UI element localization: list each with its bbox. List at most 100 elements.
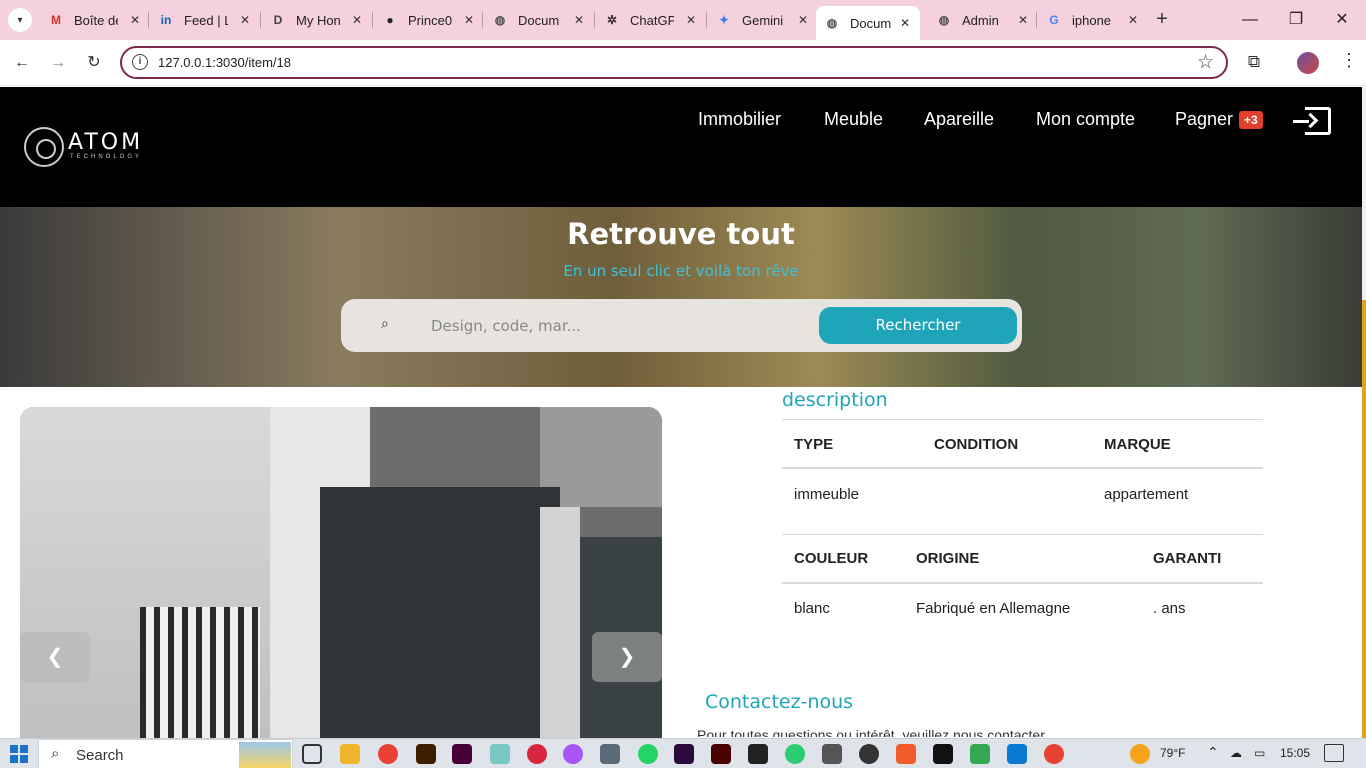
browser-tab[interactable]: ✦ Gemini ✕: [708, 6, 818, 34]
browser-tab-label: Admin: [962, 12, 999, 28]
minimize-window-button[interactable]: —: [1238, 8, 1262, 32]
document-icon: D: [273, 13, 283, 27]
illustrator-icon[interactable]: [416, 744, 436, 764]
table-header-cell: ORIGINE: [916, 550, 980, 567]
gmail-icon: M: [51, 13, 61, 27]
browser-tab-label: Gemini: [742, 12, 784, 28]
search-button[interactable]: Rechercher: [819, 307, 1017, 344]
intellij-icon[interactable]: [933, 744, 953, 764]
browser-tab[interactable]: M Boîte de ✕: [40, 6, 150, 34]
browser-tab[interactable]: ◍ Docum ✕: [484, 6, 594, 34]
close-tab-icon[interactable]: ✕: [574, 13, 584, 27]
app-icon[interactable]: [822, 744, 842, 764]
wps-icon[interactable]: [896, 744, 916, 764]
windows-start-icon[interactable]: [10, 745, 28, 763]
carousel-prev-button[interactable]: ❮: [20, 632, 90, 682]
address-bar[interactable]: i 127.0.0.1:3030/item/18 ☆: [120, 46, 1228, 79]
profile-avatar[interactable]: [1297, 52, 1319, 74]
close-tab-icon[interactable]: ✕: [352, 13, 362, 27]
close-tab-icon[interactable]: ✕: [686, 13, 696, 27]
search-icon: ⌕: [381, 315, 389, 331]
nav-immobilier[interactable]: Immobilier: [698, 109, 781, 130]
contact-title: Contactez-nous: [705, 691, 854, 713]
close-tab-icon[interactable]: ✕: [464, 13, 474, 27]
login-icon[interactable]: [1293, 107, 1331, 135]
close-tab-icon[interactable]: ✕: [130, 13, 140, 27]
chevron-up-icon[interactable]: ⌃: [1207, 744, 1219, 761]
tab-separator: [482, 12, 483, 28]
cloud-icon[interactable]: ☁: [1230, 746, 1242, 760]
browser-tab[interactable]: ✲ ChatGP ✕: [596, 6, 706, 34]
table-row: immeuble appartement: [782, 469, 1263, 535]
browser-tab[interactable]: Giphone ✕: [1038, 6, 1148, 34]
weather-icon[interactable]: [1130, 744, 1150, 764]
notepad-icon[interactable]: [490, 744, 510, 764]
close-tab-icon[interactable]: ✕: [1018, 13, 1028, 27]
terminal-icon[interactable]: [748, 744, 768, 764]
nav-pagner[interactable]: Pagner +3: [1175, 109, 1263, 130]
close-tab-icon[interactable]: ✕: [798, 13, 808, 27]
whatsapp-icon[interactable]: [638, 744, 658, 764]
tab-separator: [148, 12, 149, 28]
atom-logo[interactable]: ATOM TECHNOLOGY: [24, 127, 146, 171]
network-icon[interactable]: ▭: [1254, 746, 1265, 760]
nav-apareille[interactable]: Apareille: [924, 109, 994, 130]
taskbar-search-box[interactable]: ⌕ Search: [38, 739, 293, 768]
browser-tab[interactable]: D My Hon ✕: [262, 6, 372, 34]
forward-arrow-icon[interactable]: →: [46, 51, 70, 75]
nav-pagner-label[interactable]: Pagner: [1175, 109, 1233, 129]
reload-icon[interactable]: ↻: [82, 51, 106, 75]
chrome-active-icon[interactable]: [1044, 744, 1064, 764]
table-row: blanc Fabriqué en Allemagne . ans: [782, 584, 1263, 634]
carousel-next-button[interactable]: ❯: [592, 632, 662, 682]
extensions-puzzle-icon[interactable]: ⧉: [1244, 52, 1264, 72]
dev-app-icon[interactable]: [527, 744, 547, 764]
meet-icon[interactable]: [970, 744, 990, 764]
close-tab-icon[interactable]: ✕: [900, 16, 910, 30]
details-table-2: COULEUR ORIGINE GARANTI blanc Fabriqué e…: [782, 534, 1263, 634]
browser-tab-label: ChatGP: [630, 12, 674, 28]
browser-tab-label: Docum: [850, 15, 892, 31]
back-arrow-icon[interactable]: ←: [10, 51, 34, 75]
table-header-row: COULEUR ORIGINE GARANTI: [782, 534, 1263, 584]
notification-icon[interactable]: [1324, 744, 1344, 762]
adobe-xd-icon[interactable]: [452, 744, 472, 764]
browser-tab[interactable]: in Feed | L ✕: [150, 6, 260, 34]
close-tab-icon[interactable]: ✕: [1128, 13, 1138, 27]
close-tab-icon[interactable]: ✕: [240, 13, 250, 27]
browser-tab[interactable]: ◍ Admin ✕: [928, 6, 1038, 34]
logo-subtext: TECHNOLOGY: [70, 154, 143, 160]
search-icon: ⌕: [51, 745, 60, 762]
file-explorer-icon[interactable]: [340, 744, 360, 764]
browser-tab-bar: ▾ M Boîte de ✕ in Feed | L ✕ D My Hon ✕ ● Prince0 ✕…: [0, 0, 1366, 40]
close-window-button[interactable]: ✕: [1330, 8, 1354, 32]
search-input[interactable]: [431, 313, 811, 339]
task-view-icon[interactable]: [302, 744, 322, 764]
figma-icon[interactable]: [563, 744, 583, 764]
cart-count-badge: +3: [1239, 111, 1263, 130]
gemini-icon: ✦: [718, 13, 730, 27]
restore-window-button[interactable]: ❐: [1284, 8, 1308, 32]
bookmark-star-icon[interactable]: ☆: [1197, 51, 1214, 74]
temperature-readout[interactable]: 79°F: [1160, 746, 1185, 760]
site-info-icon[interactable]: i: [132, 54, 148, 70]
nav-meuble[interactable]: Meuble: [824, 109, 883, 130]
calculator-icon[interactable]: [600, 744, 620, 764]
clock-time[interactable]: 15:05: [1280, 746, 1310, 760]
nav-mon-compte[interactable]: Mon compte: [1036, 109, 1135, 130]
browser-menu-icon[interactable]: ⋮: [1340, 50, 1358, 71]
tab-search-chevron-icon[interactable]: ▾: [8, 8, 32, 32]
address-url[interactable]: 127.0.0.1:3030/item/18: [158, 55, 291, 70]
media-player-icon[interactable]: [859, 744, 879, 764]
page-scrollbar-thumb[interactable]: [1362, 300, 1366, 738]
sync-app-icon[interactable]: [785, 744, 805, 764]
table-header-cell: GARANTI: [1153, 550, 1222, 567]
vscode-icon[interactable]: [1007, 744, 1027, 764]
browser-tab[interactable]: ● Prince0 ✕: [374, 6, 484, 34]
premiere-icon[interactable]: [674, 744, 694, 764]
browser-tab[interactable]: ◍ Docum ✕: [816, 6, 920, 40]
animate-icon[interactable]: [711, 744, 731, 764]
hero-title: Retrouve tout: [567, 217, 795, 251]
chrome-icon[interactable]: [378, 744, 398, 764]
new-tab-button[interactable]: +: [1152, 8, 1172, 32]
